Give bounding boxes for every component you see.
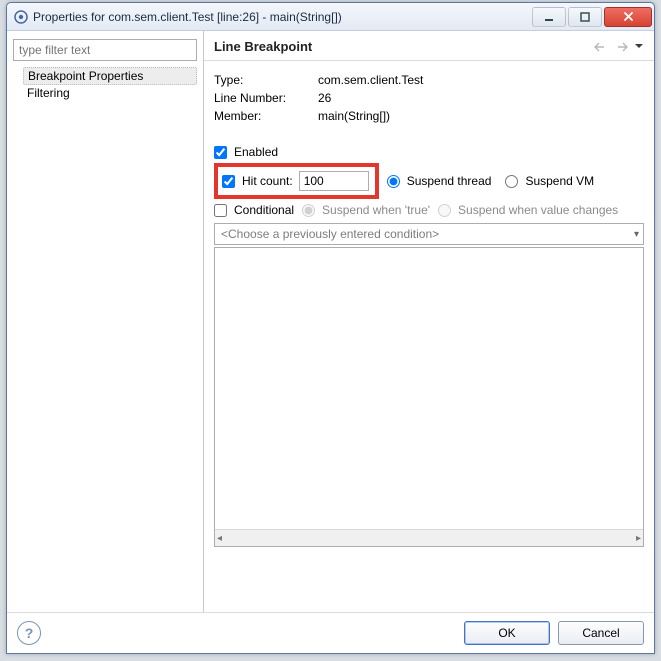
ok-button[interactable]: OK: [464, 621, 550, 645]
row-conditional: Conditional Suspend when 'true' Suspend …: [214, 203, 644, 217]
chevron-down-icon: ▾: [634, 229, 639, 240]
hit-count-checkbox[interactable]: [222, 175, 235, 188]
enabled-checkbox-label[interactable]: Enabled: [214, 145, 278, 159]
hit-count-input[interactable]: [299, 171, 369, 191]
member-value: main(String[]): [318, 109, 390, 123]
window-buttons: [532, 7, 652, 27]
header-tools: [594, 40, 644, 54]
suspend-change-radio: [438, 204, 451, 217]
horizontal-scrollbar[interactable]: ◂ ▸: [215, 529, 643, 546]
minimize-button[interactable]: [532, 7, 566, 27]
suspend-true-radio: [302, 204, 315, 217]
suspend-thread-text: Suspend thread: [407, 174, 492, 188]
app-icon: [13, 9, 29, 25]
enabled-text: Enabled: [234, 145, 278, 159]
window-title: Properties for com.sem.client.Test [line…: [33, 10, 532, 24]
dialog-window: Properties for com.sem.client.Test [line…: [6, 2, 655, 654]
nav-tree: Breakpoint Properties Filtering: [13, 67, 197, 101]
hit-count-text: Hit count:: [242, 174, 293, 188]
row-line: Line Number: 26: [214, 91, 644, 105]
conditional-checkbox-label[interactable]: Conditional: [214, 203, 294, 217]
titlebar[interactable]: Properties for com.sem.client.Test [line…: [7, 3, 654, 31]
filter-input[interactable]: [13, 39, 197, 61]
hit-count-highlight: Hit count:: [214, 163, 379, 199]
suspend-vm-radio[interactable]: [505, 175, 518, 188]
close-button[interactable]: [604, 7, 652, 27]
row-type: Type: com.sem.client.Test: [214, 73, 644, 87]
type-value: com.sem.client.Test: [318, 73, 423, 87]
suspend-true-radio-label: Suspend when 'true': [302, 203, 430, 217]
hit-count-checkbox-label[interactable]: Hit count:: [222, 174, 293, 188]
row-enabled: Enabled: [214, 145, 644, 159]
suspend-vm-radio-label[interactable]: Suspend VM: [505, 174, 594, 188]
enabled-checkbox[interactable]: [214, 146, 227, 159]
line-value: 26: [318, 91, 331, 105]
condition-combo[interactable]: <Choose a previously entered condition> …: [214, 223, 644, 245]
suspend-change-text: Suspend when value changes: [458, 203, 618, 217]
row-member: Member: main(String[]): [214, 109, 644, 123]
sidebar: Breakpoint Properties Filtering: [7, 31, 204, 612]
content-header: Line Breakpoint: [204, 31, 654, 61]
suspend-thread-radio-label[interactable]: Suspend thread: [387, 174, 492, 188]
nav-item-filtering[interactable]: Filtering: [23, 85, 197, 101]
help-icon[interactable]: ?: [17, 621, 41, 645]
row-hit-suspend: Hit count: Suspend thread Suspend VM: [214, 163, 644, 199]
suspend-thread-radio[interactable]: [387, 175, 400, 188]
cancel-button[interactable]: Cancel: [558, 621, 644, 645]
page-title: Line Breakpoint: [214, 39, 312, 54]
condition-combo-placeholder: <Choose a previously entered condition>: [221, 227, 439, 241]
footer-buttons: OK Cancel: [464, 621, 644, 645]
suspend-change-radio-label: Suspend when value changes: [438, 203, 618, 217]
suspend-vm-text: Suspend VM: [525, 174, 594, 188]
nav-forward-icon[interactable]: [614, 41, 628, 53]
dialog-body: Breakpoint Properties Filtering Line Bre…: [7, 31, 654, 612]
scroll-right-icon[interactable]: ▸: [636, 533, 641, 544]
header-menu-icon[interactable]: [634, 40, 644, 54]
conditional-checkbox[interactable]: [214, 204, 227, 217]
suspend-true-text: Suspend when 'true': [322, 203, 430, 217]
condition-editor[interactable]: ◂ ▸: [214, 247, 644, 547]
scroll-left-icon[interactable]: ◂: [217, 533, 222, 544]
type-label: Type:: [214, 73, 318, 87]
nav-back-icon[interactable]: [594, 41, 608, 53]
line-label: Line Number:: [214, 91, 318, 105]
content-pane: Line Breakpoint Type: com.sem.client.Tes…: [204, 31, 654, 612]
content-inner: Type: com.sem.client.Test Line Number: 2…: [204, 61, 654, 612]
conditional-text: Conditional: [234, 203, 294, 217]
controls: Enabled Hit count:: [214, 145, 644, 547]
nav-item-breakpoint-properties[interactable]: Breakpoint Properties: [23, 67, 197, 85]
member-label: Member:: [214, 109, 318, 123]
maximize-button[interactable]: [568, 7, 602, 27]
dialog-footer: ? OK Cancel: [7, 612, 654, 653]
